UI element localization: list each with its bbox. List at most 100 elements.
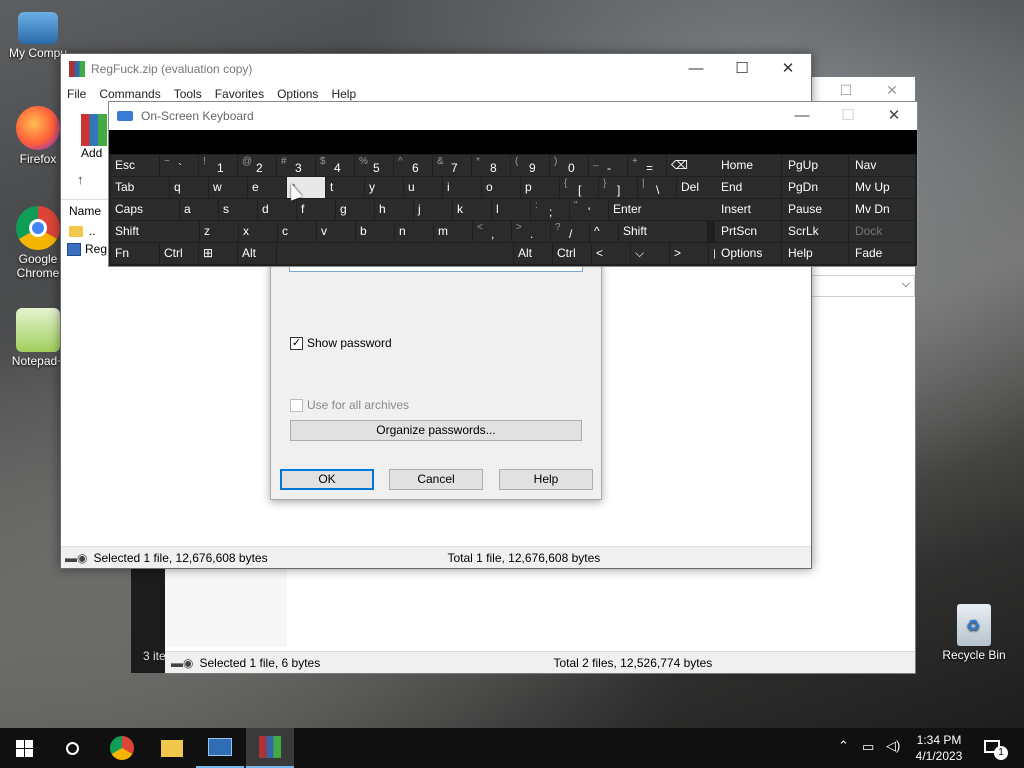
osk-key[interactable]: x [239,221,277,242]
menu-file[interactable]: File [67,87,86,101]
osk-key[interactable]: ! 1 [199,155,237,176]
osk-key[interactable]: h [375,199,413,220]
maximize-icon[interactable]: ☐ [719,54,765,84]
osk-nav-key[interactable]: Nav [849,155,915,176]
osk-key[interactable]: Esc [111,155,159,176]
osk-key[interactable]: Shift [619,221,707,242]
osk-key[interactable]: " ' [570,199,608,220]
osk-key[interactable]: o [482,177,520,198]
menu-options[interactable]: Options [277,87,318,101]
maximize-icon[interactable]: ☐ [823,77,869,103]
osk-key[interactable]: :; [531,199,569,220]
osk-key[interactable]: n [395,221,433,242]
menu-favorites[interactable]: Favorites [215,87,264,101]
osk-nav-key[interactable]: Pause [782,199,848,220]
osk-key[interactable]: Alt [514,243,552,264]
on-screen-keyboard[interactable]: On-Screen Keyboard — ☐ ✕ Esc ~ `! 1 @2 #3 $4% 5… [108,101,918,267]
osk-key[interactable]: Shift [111,221,199,242]
osk-key[interactable]: ⌵ [631,243,669,264]
osk-key[interactable]: b [356,221,394,242]
osk-key[interactable]: ⊞ [199,243,237,264]
osk-key[interactable]: v [317,221,355,242]
osk-key[interactable]: (9 [511,155,549,176]
osk-nav-key[interactable]: Insert [715,199,781,220]
close-icon[interactable]: ✕ [871,102,917,130]
osk-key[interactable]: Ctrl [553,243,591,264]
osk-key[interactable]: ^ [590,221,618,242]
osk-nav-key[interactable]: Options [715,243,781,264]
title-bar[interactable]: RegFuck.zip (evaluation copy) — ☐ ✕ [61,54,811,84]
osk-key[interactable]: p [521,177,559,198]
minimize-icon[interactable]: — [779,102,825,130]
password-dialog[interactable]: ✓ Show password Use for all archives Org… [270,262,602,500]
osk-key[interactable]: t [326,177,364,198]
osk-nav-key[interactable]: Fade [849,243,915,264]
column-name-header[interactable]: Name [69,204,101,218]
osk-key[interactable]: Alt [238,243,276,264]
clock[interactable]: 1:34 PM 4/1/2023 [904,732,974,764]
volume-icon[interactable]: ◁) [886,738,900,754]
osk-key[interactable]: Enter [609,199,715,220]
osk-nav-key[interactable]: PrtScn [715,221,781,242]
osk-nav-key[interactable]: PgDn [782,177,848,198]
osk-key[interactable]: ~ ` [160,155,198,176]
osk-nav-key[interactable]: Help [782,243,848,264]
organize-passwords-button[interactable]: Organize passwords... [290,420,582,441]
osk-key[interactable]: * 8 [472,155,510,176]
show-password-checkbox[interactable]: ✓ [290,336,303,350]
use-for-all-row[interactable]: Use for all archives [290,398,409,412]
osk-key[interactable]: f [297,199,335,220]
notification-center-button[interactable]: 1 [980,736,1008,760]
osk-key[interactable]: z [200,221,238,242]
close-icon[interactable]: ✕ [765,54,811,84]
osk-key[interactable]: l [492,199,530,220]
desktop-icon-recycle-bin[interactable]: ♻ Recycle Bin [936,604,1012,662]
osk-nav-key[interactable]: PgUp [782,155,848,176]
up-arrow-icon[interactable]: ↑ [77,172,84,187]
close-icon[interactable]: ✕ [869,77,915,103]
osk-key[interactable]: c [278,221,316,242]
osk-key[interactable]: }] [599,177,637,198]
osk-key[interactable]: % 5 [355,155,393,176]
osk-key[interactable]: j [414,199,452,220]
osk-key[interactable]: ? / [551,221,589,242]
osk-nav-key[interactable]: Dock [849,221,915,242]
osk-key[interactable]: {[ [560,177,598,198]
osk-key[interactable]: #3 [277,155,315,176]
network-icon[interactable]: ▭ [862,739,874,755]
osk-key[interactable]: s [219,199,257,220]
osk-key[interactable]: + = [628,155,666,176]
osk-key[interactable]: i [443,177,481,198]
osk-title-bar[interactable]: On-Screen Keyboard — ☐ ✕ [109,102,917,130]
osk-key[interactable]: q [170,177,208,198]
osk-key[interactable]: @2 [238,155,276,176]
osk-key[interactable]: _ - [589,155,627,176]
ok-button[interactable]: OK [280,469,374,490]
osk-key[interactable]: a [180,199,218,220]
osk-key[interactable]: $4 [316,155,354,176]
osk-nav-key[interactable]: Home [715,155,781,176]
taskbar-osk[interactable] [196,728,244,768]
osk-key[interactable]: g [336,199,374,220]
osk-key[interactable]: | \ [638,177,676,198]
osk-nav-key[interactable]: ScrLk [782,221,848,242]
use-for-all-checkbox[interactable] [290,398,303,412]
osk-key[interactable]: k [453,199,491,220]
show-password-row[interactable]: ✓ Show password [290,336,392,350]
menu-commands[interactable]: Commands [99,87,160,101]
minimize-icon[interactable]: — [673,54,719,84]
osk-key[interactable]: ) 0 [550,155,588,176]
taskbar-chrome[interactable] [98,728,146,768]
osk-nav-key[interactable]: Mv Up [849,177,915,198]
add-button[interactable]: Add [81,114,109,160]
osk-key[interactable]: >. [512,221,550,242]
help-button[interactable]: Help [499,469,593,490]
menu-help[interactable]: Help [331,87,356,101]
menu-tools[interactable]: Tools [174,87,202,101]
osk-key[interactable]: Caps [111,199,179,220]
cancel-button[interactable]: Cancel [389,469,483,490]
search-button[interactable] [48,728,96,768]
osk-key[interactable]: d [258,199,296,220]
taskbar-winrar[interactable] [246,728,294,768]
list-item[interactable]: .. [69,224,96,238]
